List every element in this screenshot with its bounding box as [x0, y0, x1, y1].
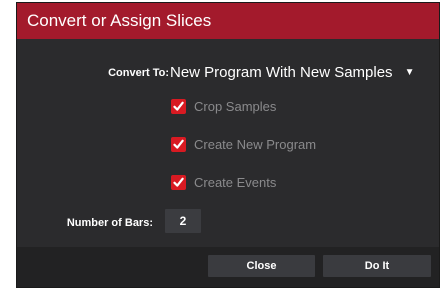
dialog-title: Convert or Assign Slices	[17, 3, 439, 39]
create-events-label: Create Events	[194, 174, 277, 190]
convert-slices-dialog: Convert or Assign Slices Convert To: New…	[16, 2, 440, 288]
number-of-bars-field[interactable]: 2	[165, 209, 201, 233]
number-of-bars-label: Number of Bars:	[66, 217, 153, 229]
crop-samples-option[interactable]: Crop Samples	[171, 97, 276, 115]
convert-to-label: Convert To:	[108, 67, 169, 79]
crop-samples-checkbox[interactable]	[171, 98, 186, 114]
create-new-program-checkbox[interactable]	[171, 136, 186, 152]
dialog-footer: Close Do It	[17, 247, 439, 287]
checkmark-icon	[173, 139, 184, 149]
do-it-button[interactable]: Do It	[323, 255, 431, 277]
create-events-checkbox[interactable]	[171, 174, 186, 190]
convert-to-value: New Program With New Samples	[170, 63, 393, 81]
dropdown-arrow-icon: ▼	[404, 66, 415, 78]
convert-to-dropdown[interactable]: New Program With New Samples ▼	[170, 61, 414, 83]
checkmark-icon	[173, 101, 184, 111]
create-new-program-label: Create New Program	[194, 136, 317, 152]
close-button[interactable]: Close	[208, 255, 315, 277]
checkmark-icon	[173, 177, 184, 187]
create-events-option[interactable]: Create Events	[171, 173, 276, 191]
crop-samples-label: Crop Samples	[194, 98, 277, 114]
create-new-program-option[interactable]: Create New Program	[171, 135, 316, 153]
